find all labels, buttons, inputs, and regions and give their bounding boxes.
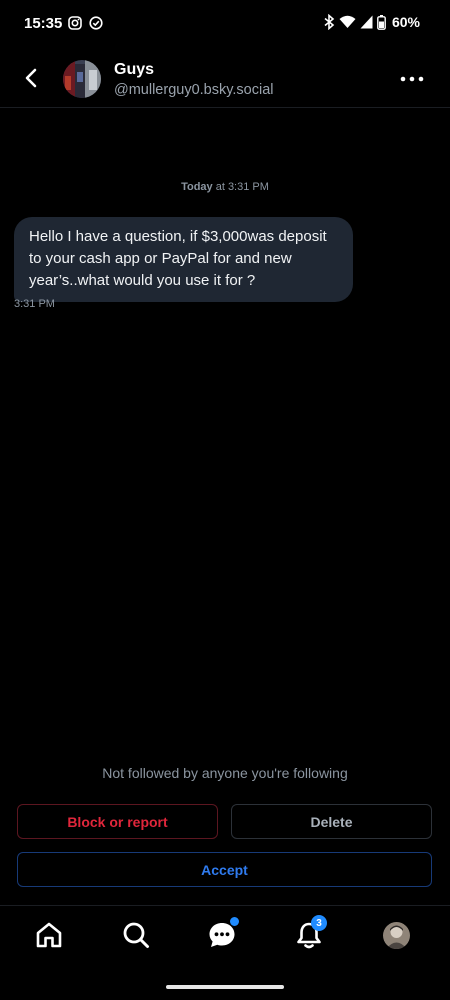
more-horizontal-icon[interactable] xyxy=(400,74,424,84)
profile-avatar-image xyxy=(383,922,410,949)
home-indicator xyxy=(166,985,284,989)
block-or-report-button[interactable]: Block or report xyxy=(17,804,218,839)
home-icon[interactable] xyxy=(34,920,64,950)
signal-icon xyxy=(360,15,373,29)
bluetooth-icon xyxy=(324,14,335,30)
check-circle-icon xyxy=(89,16,103,30)
conversation-name: Guys xyxy=(114,61,155,78)
bottom-nav: 3 xyxy=(0,905,450,975)
status-right-icons: 60% xyxy=(323,14,420,30)
battery-icon xyxy=(377,14,386,30)
status-time: 15:35 xyxy=(24,15,63,32)
delete-button[interactable]: Delete xyxy=(231,804,432,839)
search-icon[interactable] xyxy=(121,920,151,950)
conversation-header: Guys @mullerguy0.bsky.social xyxy=(0,52,450,108)
notifications-count-badge: 3 xyxy=(311,915,327,931)
avatar[interactable] xyxy=(63,60,101,98)
instagram-icon xyxy=(68,16,82,30)
accept-button[interactable]: Accept xyxy=(17,852,432,887)
date-divider-day: Today xyxy=(181,181,213,193)
message-bubble[interactable]: Hello I have a question, if $3,000was de… xyxy=(14,217,353,302)
battery-percent: 60% xyxy=(391,14,420,30)
conversation-handle: @mullerguy0.bsky.social xyxy=(114,82,274,98)
wifi-icon xyxy=(339,15,356,28)
date-divider-time: at 3:31 PM xyxy=(212,181,269,193)
profile-avatar[interactable] xyxy=(383,922,410,949)
messages-unread-dot xyxy=(230,917,239,926)
date-divider: Today at 3:31 PM xyxy=(0,181,450,193)
avatar-image xyxy=(63,60,101,98)
message-timestamp: 3:31 PM xyxy=(14,298,55,310)
status-bar: 15:35 60% xyxy=(0,0,450,48)
chevron-left-icon[interactable] xyxy=(20,66,44,90)
not-followed-notice: Not followed by anyone you're following xyxy=(102,765,348,781)
